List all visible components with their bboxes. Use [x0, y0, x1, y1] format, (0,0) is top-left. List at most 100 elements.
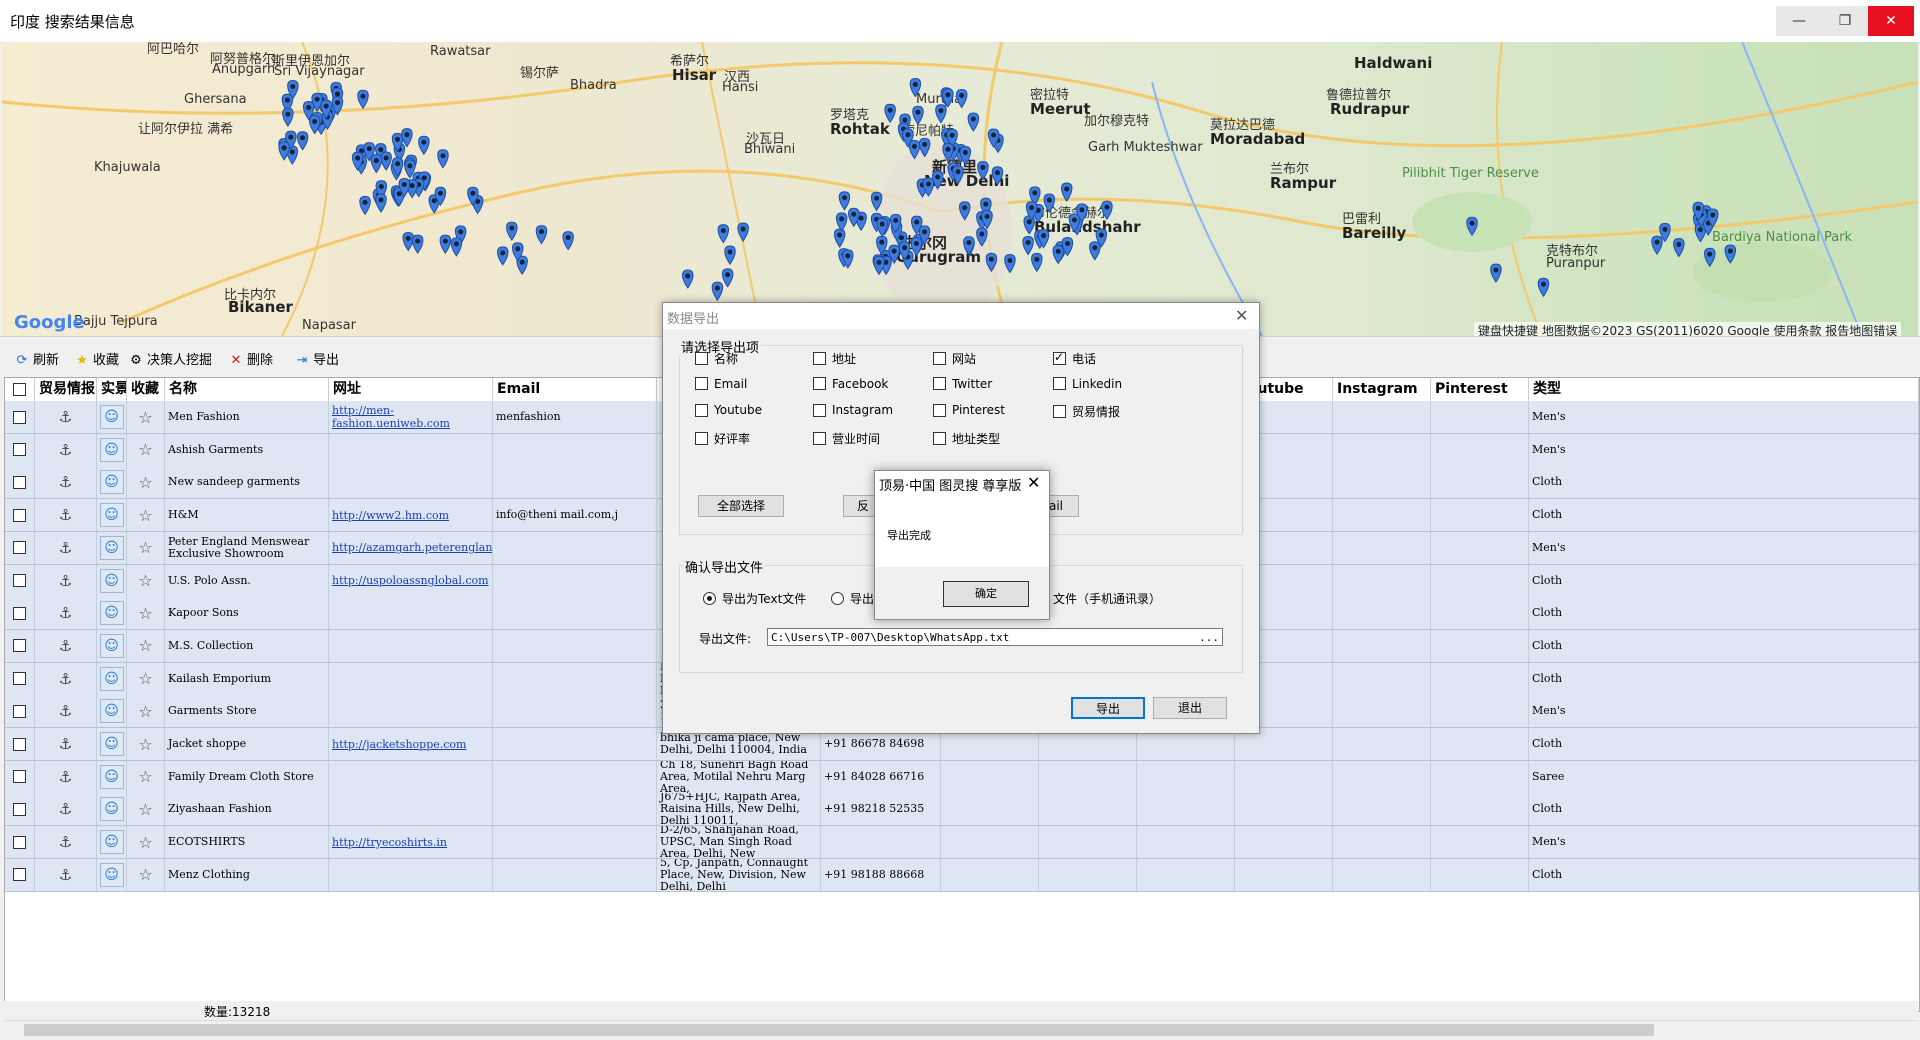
url-cell[interactable]	[329, 662, 493, 695]
map-marker-icon[interactable]	[717, 224, 730, 244]
checkbox-box[interactable]	[695, 377, 708, 390]
map-marker-icon[interactable]	[711, 281, 724, 301]
favorite-star-icon[interactable]: ☆	[138, 702, 152, 721]
url-cell[interactable]: http://azamgarh.peterengland.com	[329, 531, 493, 564]
scroll-thumb[interactable]	[24, 1024, 1654, 1036]
checkbox-box[interactable]	[813, 431, 826, 445]
checkbox-box[interactable]	[933, 403, 946, 417]
street-view-icon[interactable]: ☺	[99, 699, 124, 724]
export-option-checkbox[interactable]: 营业时间	[813, 430, 880, 447]
column-header[interactable]: Instagram	[1333, 378, 1431, 401]
row-checkbox[interactable]	[13, 868, 26, 882]
table-row[interactable]: ⚓ ☺ ☆ Ziyashaan Fashion J675+HJC, Rajpath Ar…	[5, 793, 1919, 827]
row-checkbox[interactable]	[13, 770, 26, 784]
decision-maker-button[interactable]: ⚙ 决策人挖掘	[128, 351, 212, 371]
row-select-cell[interactable]	[5, 793, 35, 826]
map-marker-icon[interactable]	[450, 237, 463, 257]
url-cell[interactable]	[329, 858, 493, 891]
map-marker-icon[interactable]	[282, 107, 294, 127]
street-view-cell[interactable]: ☺	[97, 401, 127, 433]
exit-button[interactable]: 退出	[1153, 697, 1227, 719]
map-marker-icon[interactable]	[1466, 216, 1478, 237]
favorite-cell[interactable]: ☆	[127, 662, 165, 695]
url-cell[interactable]: http://jacketshoppe.com	[329, 728, 493, 760]
street-view-cell[interactable]: ☺	[97, 760, 127, 793]
street-view-icon[interactable]: ☺	[99, 568, 124, 593]
map-marker-icon[interactable]	[359, 195, 371, 216]
export-option-checkbox[interactable]: Youtube	[695, 403, 762, 417]
row-checkbox[interactable]	[13, 704, 26, 718]
export-option-checkbox[interactable]: 好评率	[695, 430, 750, 447]
map-marker-icon[interactable]	[497, 246, 509, 266]
checkbox-box[interactable]	[813, 403, 826, 417]
trade-info-cell[interactable]: ⚓	[35, 597, 97, 630]
street-view-cell[interactable]: ☺	[97, 564, 127, 597]
trade-info-cell[interactable]: ⚓	[35, 858, 97, 891]
map-marker-icon[interactable]	[278, 141, 290, 161]
checkbox-box[interactable]	[933, 352, 946, 365]
table-row[interactable]: ⚓ ☺ ☆ Family Dream Cloth Store Ch 18, Sunehr…	[5, 760, 1919, 794]
column-header[interactable]: 贸易情报	[35, 378, 97, 401]
map-marker-icon[interactable]	[952, 165, 964, 185]
row-select-cell[interactable]	[5, 728, 35, 760]
map-marker-icon[interactable]	[682, 269, 694, 289]
trade-info-cell[interactable]: ⚓	[35, 401, 97, 433]
map-marker-icon[interactable]	[370, 154, 383, 174]
export-dialog-close-icon[interactable]: ✕	[1235, 306, 1248, 325]
row-checkbox[interactable]	[13, 802, 26, 816]
street-view-icon[interactable]: ☺	[99, 764, 124, 789]
export-option-checkbox[interactable]: 地址	[813, 350, 856, 367]
favorite-cell[interactable]: ☆	[127, 564, 165, 597]
anchor-icon[interactable]: ⚓	[59, 670, 72, 688]
favorite-star-icon[interactable]: ☆	[138, 440, 152, 459]
street-view-icon[interactable]: ☺	[99, 862, 124, 887]
favorite-cell[interactable]: ☆	[127, 728, 165, 760]
map-marker-icon[interactable]	[918, 137, 931, 158]
street-view-icon[interactable]: ☺	[99, 601, 124, 626]
map-marker-icon[interactable]	[411, 234, 424, 255]
map-marker-icon[interactable]	[909, 78, 922, 98]
trade-info-cell[interactable]: ⚓	[35, 499, 97, 532]
favorite-cell[interactable]: ☆	[127, 695, 165, 728]
file-path-input[interactable]: C:\Users\TP-007\Desktop\WhatsApp.txt ...	[767, 628, 1223, 646]
row-select-cell[interactable]	[5, 597, 35, 630]
checkbox-box[interactable]	[1053, 377, 1066, 390]
trade-info-cell[interactable]: ⚓	[35, 629, 97, 662]
map-marker-icon[interactable]	[535, 225, 548, 245]
delete-button[interactable]: ✕ 删除	[228, 351, 273, 371]
radio-text-file[interactable]: 导出为Text文件	[703, 590, 806, 607]
row-checkbox[interactable]	[13, 443, 26, 457]
favorite-cell[interactable]: ☆	[127, 466, 165, 499]
map-marker-icon[interactable]	[912, 105, 924, 126]
radio-other-file[interactable]: 导出	[831, 590, 874, 607]
url-cell[interactable]: http://www2.hm.com	[329, 499, 493, 532]
browse-button[interactable]: ...	[1199, 629, 1219, 646]
map-marker-icon[interactable]	[838, 191, 851, 211]
map-marker-icon[interactable]	[506, 221, 518, 241]
favorite-star-icon[interactable]: ☆	[138, 604, 152, 623]
map-marker-icon[interactable]	[1089, 241, 1101, 261]
anchor-icon[interactable]: ⚓	[59, 539, 72, 557]
checkbox-box[interactable]	[813, 352, 826, 365]
export-confirm-button[interactable]: 导出	[1071, 697, 1145, 719]
anchor-icon[interactable]: ⚓	[59, 702, 72, 720]
street-view-cell[interactable]: ☺	[97, 597, 127, 630]
table-row[interactable]: ⚓ ☺ ☆ Menz Clothing 5, Cp, Janpath, Connaugh…	[5, 858, 1919, 892]
street-view-icon[interactable]: ☺	[99, 633, 124, 658]
restore-button[interactable]: ❐	[1822, 6, 1868, 36]
checkbox-box[interactable]	[695, 352, 708, 365]
map-marker-icon[interactable]	[1101, 200, 1113, 220]
checkbox-box[interactable]	[1053, 405, 1066, 418]
row-checkbox[interactable]	[13, 835, 26, 849]
trade-info-cell[interactable]: ⚓	[35, 531, 97, 564]
favorite-cell[interactable]: ☆	[127, 858, 165, 891]
ok-button[interactable]: 确定	[943, 581, 1029, 607]
map-marker-icon[interactable]	[1704, 247, 1716, 268]
row-select-cell[interactable]	[5, 564, 35, 597]
row-checkbox[interactable]	[13, 737, 26, 751]
row-select-cell[interactable]	[5, 466, 35, 499]
checkbox-box[interactable]	[695, 403, 708, 417]
street-view-cell[interactable]: ☺	[97, 433, 127, 466]
map-marker-icon[interactable]	[935, 104, 947, 124]
column-header[interactable]: Pinterest	[1431, 378, 1529, 401]
